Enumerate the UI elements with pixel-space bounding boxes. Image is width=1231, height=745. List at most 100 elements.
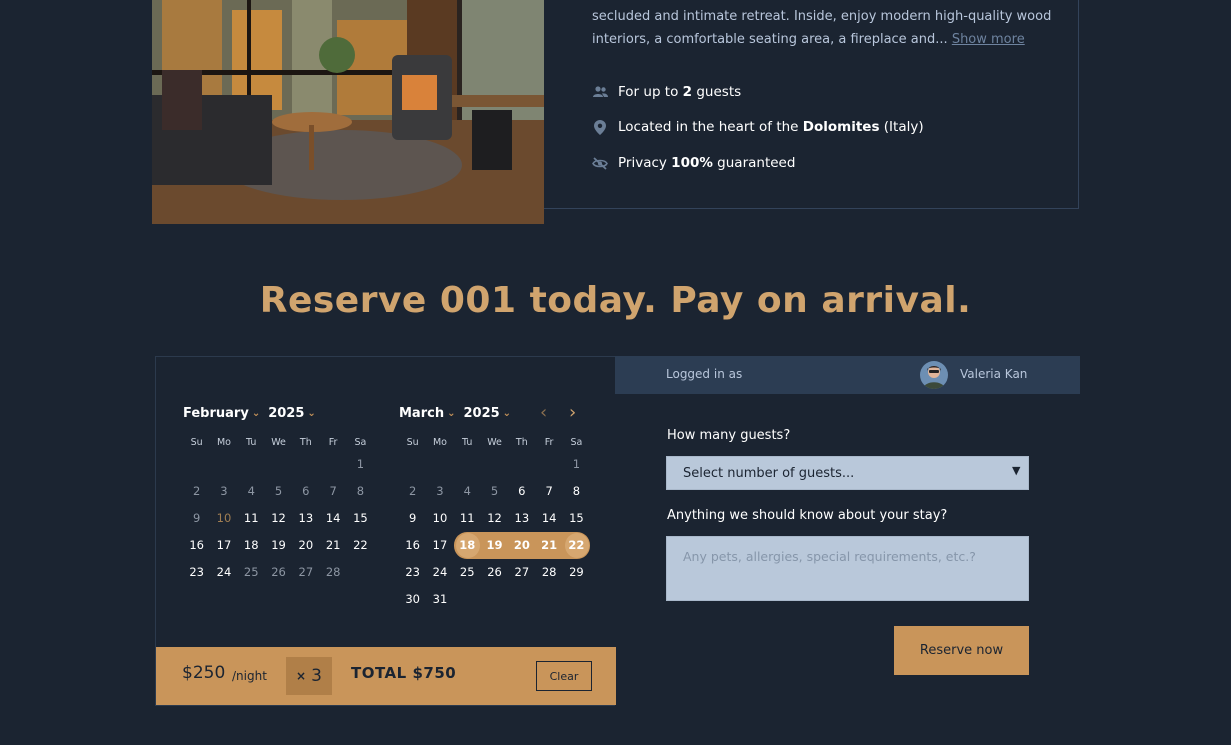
day-cell[interactable]: 10 [210,505,237,532]
next-month-button[interactable]: › [569,403,576,423]
guests-select[interactable]: Select number of guests... [666,456,1029,490]
day-cell[interactable]: 7 [319,478,346,505]
day-cell[interactable]: 26 [265,559,292,586]
feature-text: Located in the heart of the Dolomites (I… [618,119,924,135]
chevron-down-icon: ⌄ [251,407,261,419]
day-cell[interactable]: 18 [238,532,265,559]
weekday-label: Th [515,437,528,448]
day-cell[interactable]: 6 [508,478,535,505]
day-cell[interactable]: 12 [265,505,292,532]
guests-icon [592,84,608,100]
weekday-label: We [271,437,286,448]
day-cell[interactable]: 16 [399,532,426,559]
empty-day-cell [238,451,265,478]
weekday-label: Fr [328,437,338,448]
day-cell[interactable]: 29 [563,559,590,586]
day-cell[interactable]: 13 [508,505,535,532]
day-cell[interactable]: 25 [454,559,481,586]
day-cell[interactable]: 18 [453,532,481,559]
guests-label: How many guests? [667,428,791,443]
show-more-link[interactable]: Show more [952,32,1025,47]
avatar[interactable] [920,361,948,389]
day-cell[interactable]: 3 [426,478,453,505]
month-header: February ⌄ 2025 ⌄ [183,403,383,423]
day-cell[interactable]: 28 [319,559,346,586]
day-cell[interactable]: 10 [426,505,453,532]
day-cell[interactable]: 9 [183,505,210,532]
day-cell[interactable]: 22 [562,532,591,559]
day-cell[interactable]: 20 [508,532,536,559]
cabin-interior-photo [152,0,544,224]
day-cell[interactable]: 20 [292,532,319,559]
month-select[interactable]: February ⌄ [183,406,260,421]
day-cell[interactable]: 14 [535,505,562,532]
day-cell[interactable]: 24 [426,559,453,586]
feature-location: Located in the heart of the Dolomites (I… [592,119,924,135]
per-night-label: /night [232,669,267,683]
day-cell[interactable]: 7 [535,478,562,505]
day-cell[interactable]: 23 [183,559,210,586]
empty-day-cell [265,451,292,478]
day-cell[interactable]: 8 [563,478,590,505]
day-cell[interactable]: 15 [563,505,590,532]
day-cell[interactable]: 25 [238,559,265,586]
day-cell[interactable]: 26 [481,559,508,586]
day-cell[interactable]: 14 [319,505,346,532]
day-cell[interactable]: 3 [210,478,237,505]
month-calendar-february: February ⌄ 2025 ⌄ Su Mo Tu We Th Fr Sa 1 2 3 4 5 6 7 8 9 1… [183,403,383,586]
day-cell[interactable]: 21 [319,532,346,559]
day-cell[interactable]: 12 [481,505,508,532]
day-cell[interactable]: 17 [426,532,453,559]
day-cell[interactable]: 11 [454,505,481,532]
day-cell[interactable]: 11 [238,505,265,532]
empty-day-cell [183,451,210,478]
feature-text: Privacy 100% guaranteed [618,155,796,171]
nights-count-badge: × 3 [286,657,332,695]
day-cell[interactable]: 28 [535,559,562,586]
day-cell[interactable]: 24 [210,559,237,586]
day-cell[interactable]: 5 [265,478,292,505]
feature-privacy: Privacy 100% guaranteed [592,155,795,171]
day-cell[interactable]: 21 [535,532,563,559]
day-cell[interactable]: 19 [480,532,509,559]
day-cell[interactable]: 19 [265,532,292,559]
nightly-price: $250 [182,663,226,683]
day-cell[interactable]: 9 [399,505,426,532]
nights-count: 3 [311,666,322,686]
day-cell[interactable]: 27 [292,559,319,586]
day-cell[interactable]: 16 [183,532,210,559]
weekday-label: Tu [462,437,473,448]
weekday-label: Mo [216,437,231,448]
day-cell[interactable]: 1 [563,451,590,478]
day-cell[interactable]: 6 [292,478,319,505]
user-name[interactable]: Valeria Kan [960,367,1027,381]
day-cell[interactable]: 2 [183,478,210,505]
empty-day-cell [399,451,426,478]
eye-off-icon [592,155,608,171]
empty-day-cell [319,451,346,478]
year-select[interactable]: 2025 ⌄ [268,406,316,421]
day-cell[interactable]: 15 [347,505,374,532]
year-select[interactable]: 2025 ⌄ [463,406,511,421]
day-cell[interactable]: 22 [347,532,374,559]
day-cell[interactable]: 1 [347,451,374,478]
day-cell[interactable]: 27 [508,559,535,586]
date-picker-panel: February ⌄ 2025 ⌄ Su Mo Tu We Th Fr Sa 1 2 3 4 5 6 7 8 9 1… [155,356,616,706]
chevron-down-icon: ⌄ [447,407,456,419]
notes-textarea[interactable] [666,536,1029,601]
day-cell[interactable]: 4 [238,478,265,505]
month-select[interactable]: March ⌄ [399,406,455,421]
previous-month-button[interactable]: ‹ [540,403,547,423]
day-cell[interactable]: 8 [347,478,374,505]
day-cell[interactable]: 17 [210,532,237,559]
day-cell[interactable]: 31 [426,586,453,613]
day-cell[interactable]: 4 [454,478,481,505]
clear-dates-button[interactable]: Clear [536,661,592,691]
day-cell[interactable]: 23 [399,559,426,586]
day-cell[interactable]: 30 [399,586,426,613]
day-cell[interactable]: 5 [481,478,508,505]
reserve-now-button[interactable]: Reserve now [894,626,1029,675]
weekday-label: Fr [544,437,554,448]
day-cell[interactable]: 13 [292,505,319,532]
day-cell[interactable]: 2 [399,478,426,505]
